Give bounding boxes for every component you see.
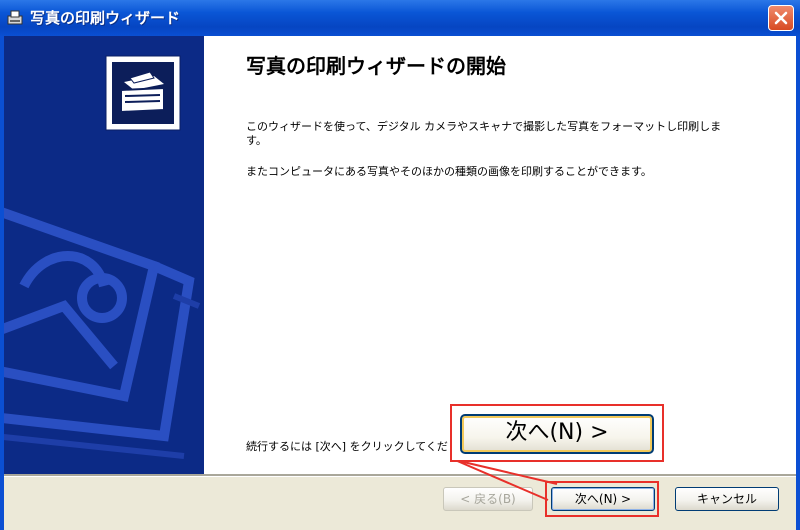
banner-photo-graphic — [4, 207, 195, 442]
secondary-paragraph: またコンピュータにある写真やそのほかの種類の画像を印刷することができます。 — [246, 165, 652, 178]
continue-instruction: 続行するには [次へ] をクリックしてくだ — [246, 440, 448, 453]
wizard-side-banner — [4, 36, 204, 474]
page-title: 写真の印刷ウィザードの開始 — [246, 54, 506, 78]
next-button-highlight — [545, 481, 659, 517]
back-button[interactable]: < 戻る(B) — [443, 487, 533, 511]
zoomed-next-button: 次へ(N) > — [460, 414, 654, 454]
window-frame-right — [796, 36, 800, 530]
cancel-button[interactable]: キャンセル — [675, 487, 779, 511]
title-bar: 写真の印刷ウィザード — [0, 0, 800, 36]
close-icon — [774, 11, 788, 25]
close-button[interactable] — [768, 5, 794, 31]
printer-wizard-icon — [6, 9, 24, 27]
window-title: 写真の印刷ウィザード — [30, 9, 181, 27]
intro-paragraph: このウィザードを使って、デジタル カメラやスキャナで撮影した写真をフォーマットし… — [246, 120, 722, 147]
photo-printer-icon — [112, 62, 174, 124]
banner-artwork — [4, 55, 201, 459]
